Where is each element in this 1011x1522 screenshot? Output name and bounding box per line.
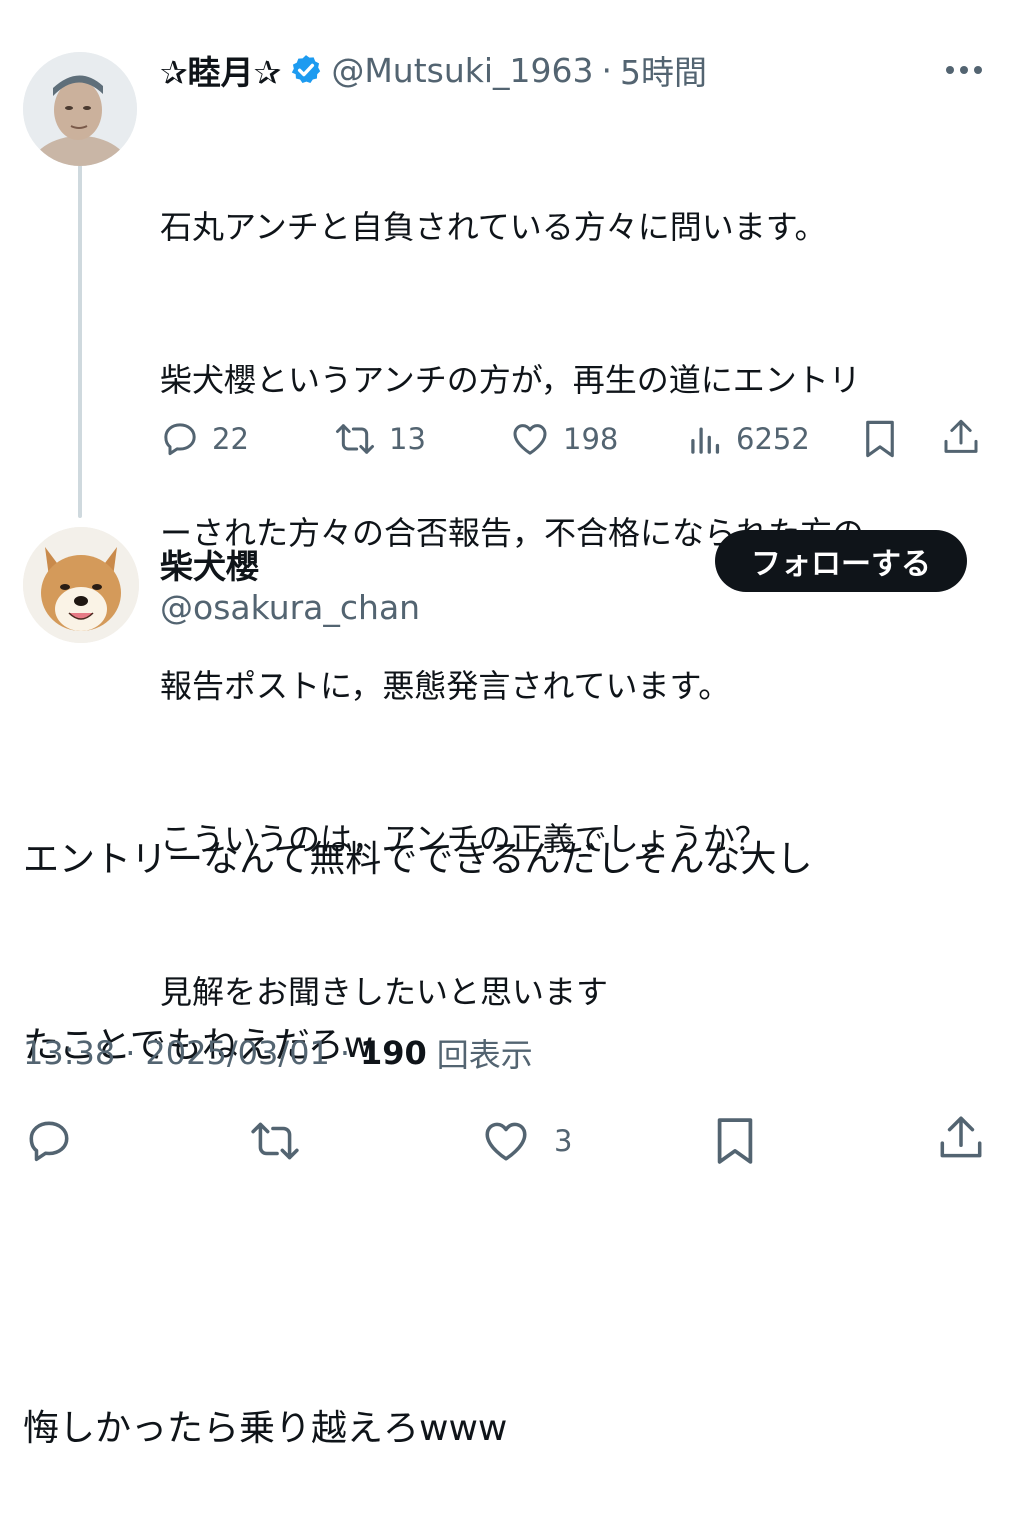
reply-heart-icon — [480, 1116, 532, 1166]
more-icon[interactable] — [942, 58, 986, 82]
bookmark-icon[interactable] — [862, 418, 898, 464]
avatar-mutsuki[interactable] — [23, 52, 137, 166]
reply-author-handle[interactable]: @osakura_chan — [160, 588, 420, 627]
reply-views-count: 190 — [360, 1034, 427, 1072]
reply-count: 22 — [212, 422, 249, 456]
repost-count: 13 — [389, 422, 426, 456]
reply-action[interactable]: 22 — [160, 418, 249, 460]
header-separator: · — [601, 50, 613, 90]
reply-like-count: 3 — [554, 1124, 573, 1158]
like-action[interactable]: 198 — [509, 418, 618, 460]
reply-views-label: 回表示 — [436, 1036, 533, 1074]
post-line: 柴犬櫻というアンチの方が，再生の道にエントリ — [160, 361, 861, 399]
original-post-header: ✰睦月✰ @Mutsuki_1963 · 5時間 — [160, 46, 707, 94]
reply-like-action[interactable]: 3 — [480, 1116, 572, 1166]
author-name[interactable]: ✰睦月✰ — [160, 46, 281, 94]
post-line: 石丸アンチと自負されている方々に問います。 — [160, 208, 827, 246]
views-action[interactable]: 6252 — [688, 418, 810, 460]
reply-text: エントリーなんて無料でできるんだしそんな大し たことでもねえだろw 悔しかったら… — [23, 705, 983, 1522]
like-count: 198 — [563, 422, 619, 456]
reply-line: 悔しかったら乗り越えろwww — [23, 1408, 508, 1449]
verified-badge-icon — [289, 53, 323, 87]
post-time[interactable]: 5時間 — [620, 46, 707, 94]
reply-time[interactable]: 13:38 — [23, 1034, 115, 1072]
views-chart-icon — [688, 419, 724, 459]
reply-repost-button[interactable] — [246, 1116, 304, 1170]
reply-date[interactable]: 2025/03/01 — [145, 1034, 329, 1072]
repost-action[interactable]: 13 — [333, 418, 426, 460]
reply-line — [23, 1201, 983, 1263]
follow-button[interactable]: フォローする — [715, 530, 967, 592]
reply-line: エントリーなんて無料でできるんだしそんな大し — [23, 839, 813, 880]
views-count: 6252 — [736, 422, 810, 456]
heart-icon — [509, 419, 551, 459]
thread-connector-line — [78, 160, 82, 518]
repost-icon — [333, 419, 377, 459]
reply-share-icon[interactable] — [936, 1112, 986, 1170]
meta-separator: · — [339, 1034, 350, 1072]
reply-reply-button[interactable] — [24, 1116, 74, 1170]
reply-meta: 13:38 · 2025/03/01 · 190 回表示 — [23, 1030, 533, 1076]
share-icon[interactable] — [941, 416, 981, 464]
reply-icon — [160, 419, 200, 459]
reply-author-name[interactable]: 柴犬櫻 — [160, 540, 259, 588]
meta-separator: · — [125, 1034, 136, 1072]
avatar-osakura[interactable] — [23, 527, 139, 643]
author-handle[interactable]: @Mutsuki_1963 — [331, 51, 593, 90]
reply-bookmark-icon[interactable] — [713, 1114, 757, 1172]
